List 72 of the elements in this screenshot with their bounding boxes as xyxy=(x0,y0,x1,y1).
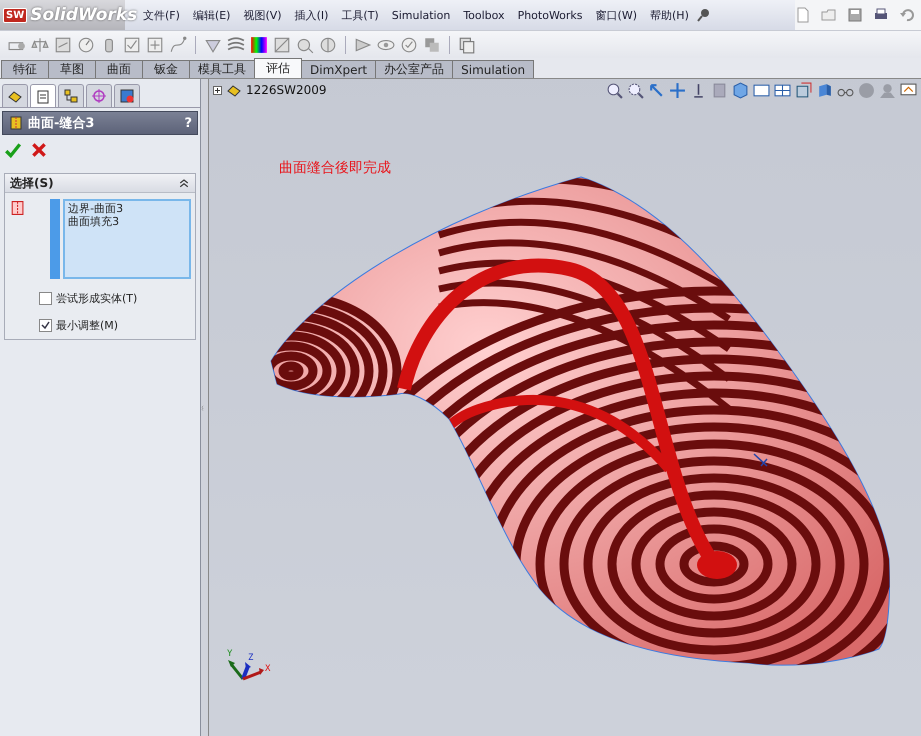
pan-icon[interactable] xyxy=(669,82,686,98)
axis-triad-drawing: Y Z X xyxy=(227,649,270,680)
curve-icon[interactable] xyxy=(169,36,187,54)
ok-check-icon[interactable] xyxy=(4,141,22,159)
ribbon-tab[interactable]: 草图 xyxy=(48,60,96,78)
logo-badge: SW xyxy=(3,8,28,22)
panel-tab[interactable] xyxy=(58,84,84,107)
knit-surface-icon xyxy=(8,115,24,131)
checkbox-label: 最小调整(M) xyxy=(56,318,118,333)
checkbox-label: 尝试形成实体(T) xyxy=(56,291,138,306)
menu-item[interactable]: 工具(T) xyxy=(335,4,385,26)
menu-item[interactable]: 插入(I) xyxy=(288,4,334,26)
property-sheet-icon xyxy=(35,88,51,104)
annotation-text: 曲面缝合後即完成 xyxy=(279,159,391,177)
four-view-icon[interactable] xyxy=(774,82,791,98)
open-folder-icon[interactable] xyxy=(821,7,837,23)
section-title: 选择(S) xyxy=(10,174,54,192)
ribbon-tab[interactable]: 钣金 xyxy=(142,60,190,78)
shaded-cube-icon[interactable] xyxy=(816,82,833,98)
single-view-icon[interactable] xyxy=(753,82,770,98)
plus-box-icon[interactable] xyxy=(146,36,164,54)
knit-faces-icon xyxy=(9,199,26,217)
undo-icon[interactable] xyxy=(899,7,915,23)
menu-item[interactable]: PhotoWorks xyxy=(512,6,589,24)
tree-expander[interactable] xyxy=(213,86,222,94)
zoom-area-icon[interactable] xyxy=(627,82,644,98)
monitor-icon[interactable] xyxy=(900,82,917,98)
cube-icon[interactable] xyxy=(732,82,749,98)
scale-icon[interactable] xyxy=(31,36,49,54)
save-icon[interactable] xyxy=(847,7,863,23)
copy-icon[interactable] xyxy=(458,36,476,54)
menu-item[interactable]: Toolbox xyxy=(457,6,511,24)
ribbon-tab[interactable]: 特征 xyxy=(1,60,49,78)
checkbox-icon[interactable] xyxy=(123,36,141,54)
zoom-fit-icon[interactable] xyxy=(606,82,623,98)
checkbox[interactable] xyxy=(39,319,52,332)
layers-icon[interactable] xyxy=(423,36,441,54)
menu-item[interactable]: 窗口(W) xyxy=(590,4,643,26)
selection-list[interactable]: 边界-曲面3 曲面填充3 xyxy=(63,199,191,279)
check-circle-icon[interactable] xyxy=(400,36,418,54)
tree-icon xyxy=(63,88,79,104)
ribbon-tab[interactable]: DimXpert xyxy=(301,60,376,78)
selection-item[interactable]: 曲面填充3 xyxy=(68,215,186,228)
menu-item[interactable]: Simulation xyxy=(386,6,456,24)
panel-tab[interactable] xyxy=(114,84,140,107)
gauge-icon[interactable] xyxy=(77,36,95,54)
ribbon-tab[interactable]: 办公室产品 xyxy=(375,60,454,78)
collapse-chevron-icon[interactable] xyxy=(178,177,190,189)
ribbon-tab[interactable]: 模具工具 xyxy=(189,60,255,78)
ribbon-tab[interactable]: 评估 xyxy=(254,58,302,78)
panel-tab[interactable] xyxy=(2,84,28,107)
menu-item[interactable]: 视图(V) xyxy=(237,4,288,26)
crosshair-icon xyxy=(91,88,107,104)
menu-item[interactable]: 文件(F) xyxy=(137,4,186,26)
axis-marker-icon xyxy=(753,453,768,467)
display-icon xyxy=(119,88,135,104)
cancel-x-icon[interactable] xyxy=(30,141,48,159)
app-logo: SolidWorks xyxy=(30,5,138,25)
property-title: 曲面-缝合3 xyxy=(28,115,96,132)
help-icon[interactable]: ? xyxy=(184,116,192,130)
menu-item[interactable]: 编辑(E) xyxy=(186,4,236,26)
section-view-icon[interactable] xyxy=(795,82,812,98)
ribbon-tab[interactable]: Simulation xyxy=(452,60,534,78)
previous-view-icon[interactable] xyxy=(648,82,665,98)
curvature-icon[interactable] xyxy=(250,36,268,54)
selection-item[interactable]: 边界-曲面3 xyxy=(68,202,186,215)
ribbon-tab[interactable]: 曲面 xyxy=(95,60,143,78)
tree-root-item[interactable]: 1226SW2009 xyxy=(246,83,327,97)
new-document-icon[interactable] xyxy=(795,7,811,23)
panel-tab[interactable] xyxy=(30,84,56,107)
menu-item[interactable]: 帮助(H) xyxy=(644,4,695,26)
checkbox[interactable] xyxy=(39,292,52,305)
